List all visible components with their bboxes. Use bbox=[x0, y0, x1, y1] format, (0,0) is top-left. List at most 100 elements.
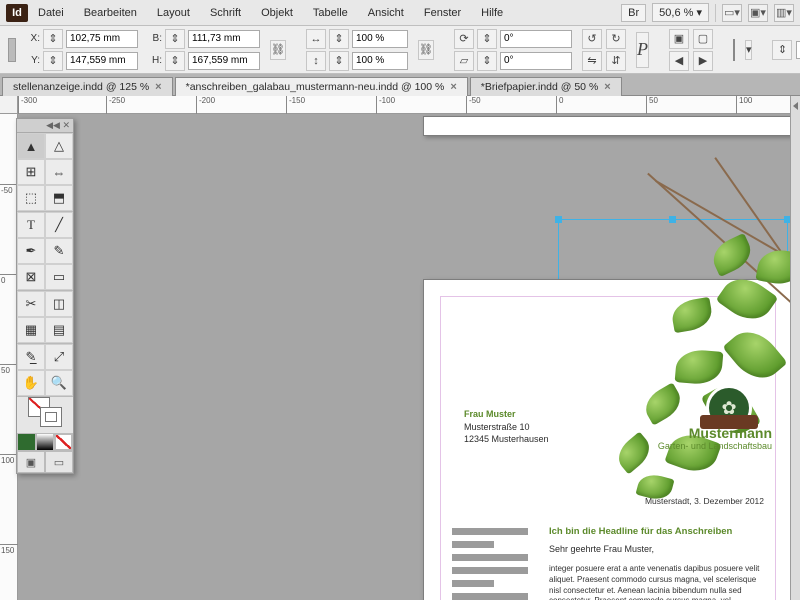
menu-hilfe[interactable]: Hilfe bbox=[471, 3, 513, 23]
menu-layout[interactable]: Layout bbox=[147, 3, 200, 23]
recipient-street: Musterstraße 10 bbox=[464, 421, 549, 434]
menu-schrift[interactable]: Schrift bbox=[200, 3, 251, 23]
stepper-icon[interactable]: ⇕ bbox=[43, 29, 63, 49]
page-tool[interactable]: ⊞ bbox=[17, 159, 45, 185]
rectangle-frame-tool[interactable]: ⊠ bbox=[17, 264, 45, 290]
rotate-field[interactable] bbox=[500, 30, 572, 48]
constrain-wh-icon[interactable]: ⛓ bbox=[270, 40, 286, 60]
handle-tl[interactable] bbox=[555, 216, 562, 223]
stroke-weight-field[interactable] bbox=[796, 41, 800, 59]
menu-bar: Id Datei Bearbeiten Layout Schrift Objek… bbox=[0, 0, 800, 26]
menu-objekt[interactable]: Objekt bbox=[251, 3, 303, 23]
stepper-icon[interactable]: ⇕ bbox=[165, 29, 185, 49]
free-transform-tool[interactable]: ◫ bbox=[45, 291, 73, 317]
app-logo: Id bbox=[6, 4, 28, 22]
stepper-icon[interactable]: ⇕ bbox=[477, 29, 497, 49]
tools-panel[interactable]: ◀◀ ✕ ▲ △ ⊞ ⇔ ⬚ ⬒ T ╱ ✒ ✎ ⊠ ▭ ✂ ◫ ▦ ▤ ✎̲ … bbox=[16, 118, 74, 474]
menu-datei[interactable]: Datei bbox=[28, 3, 74, 23]
menu-bearbeiten[interactable]: Bearbeiten bbox=[74, 3, 147, 23]
letter-headline[interactable]: Ich bin die Headline für das Anschreiben bbox=[549, 526, 764, 537]
note-tool[interactable]: ✎̲ bbox=[17, 344, 45, 370]
gradient-feather-tool[interactable]: ▤ bbox=[45, 317, 73, 343]
scissors-tool[interactable]: ✂ bbox=[17, 291, 45, 317]
content-collector-tool[interactable]: ⬚ bbox=[17, 185, 45, 211]
stepper-icon[interactable]: ⇕ bbox=[329, 29, 349, 49]
line-tool[interactable]: ╱ bbox=[45, 212, 73, 238]
eyedropper-tool[interactable]: ⤢ bbox=[45, 344, 73, 370]
rotate-ccw-icon[interactable]: ↺ bbox=[582, 29, 602, 49]
selection-tool[interactable]: ▲ bbox=[17, 133, 45, 159]
apply-color[interactable] bbox=[17, 433, 36, 451]
document-tabs: stellenanzeige.indd @ 125 %× *anschreibe… bbox=[0, 74, 800, 96]
arrange-docs-icon[interactable]: ▥▾ bbox=[774, 4, 794, 22]
fill-stroke-swatch[interactable] bbox=[17, 397, 73, 427]
ruler-tick: -300 bbox=[18, 96, 37, 114]
direct-selection-tool[interactable]: △ bbox=[45, 133, 73, 159]
h-field[interactable] bbox=[188, 52, 260, 70]
zoom-tool[interactable]: 🔍 bbox=[45, 370, 73, 396]
apply-gradient[interactable] bbox=[36, 433, 55, 451]
zoom-level-field[interactable]: 50,6 % ▾ bbox=[652, 3, 709, 22]
tab-stellenanzeige[interactable]: stellenanzeige.indd @ 125 %× bbox=[2, 77, 173, 96]
view-options-icon[interactable]: ▭▾ bbox=[722, 4, 742, 22]
stepper-icon[interactable]: ⇕ bbox=[477, 51, 497, 71]
document-page[interactable]: ✿ Frau Muster Musterstraße 10 12345 Must… bbox=[423, 279, 793, 600]
select-next-icon[interactable]: ▶ bbox=[693, 51, 713, 71]
flip-h-icon[interactable]: ⇋ bbox=[582, 51, 602, 71]
gradient-swatch-tool[interactable]: ▦ bbox=[17, 317, 45, 343]
y-field[interactable] bbox=[66, 52, 138, 70]
bridge-button[interactable]: Br bbox=[621, 4, 646, 22]
letter-body[interactable]: integer posuere erat a ante venenatis da… bbox=[549, 564, 764, 600]
horizontal-ruler[interactable]: -300 -250 -200 -150 -100 -50 0 50 100 bbox=[18, 96, 800, 114]
select-content-icon[interactable]: ▢ bbox=[693, 29, 713, 49]
flip-v-icon[interactable]: ⇵ bbox=[606, 51, 626, 71]
apply-none[interactable] bbox=[54, 433, 73, 451]
gap-tool[interactable]: ⇔ bbox=[45, 159, 73, 185]
scale-y-field[interactable] bbox=[352, 52, 408, 70]
content-placer-tool[interactable]: ⬒ bbox=[45, 185, 73, 211]
tab-briefpapier[interactable]: *Briefpapier.indd @ 50 %× bbox=[470, 77, 622, 96]
reference-point-grid[interactable] bbox=[8, 38, 16, 62]
close-icon[interactable]: × bbox=[450, 81, 456, 93]
type-tool[interactable]: T bbox=[17, 212, 45, 238]
view-normal[interactable]: ▣ bbox=[17, 451, 45, 473]
scale-x-field[interactable] bbox=[352, 30, 408, 48]
handle-tm[interactable] bbox=[669, 216, 676, 223]
close-icon[interactable]: × bbox=[155, 81, 161, 93]
ruler-tick: -150 bbox=[286, 96, 305, 114]
apply-color-row[interactable] bbox=[17, 433, 73, 451]
w-field[interactable] bbox=[188, 30, 260, 48]
adjacent-spread-preview bbox=[423, 116, 793, 136]
fill-swatch[interactable] bbox=[733, 39, 735, 61]
menu-ansicht[interactable]: Ansicht bbox=[358, 3, 414, 23]
select-container-icon[interactable]: ▣ bbox=[669, 29, 689, 49]
menu-fenster[interactable]: Fenster bbox=[414, 3, 471, 23]
tab-anschreiben[interactable]: *anschreiben_galabau_mustermann-neu.indd… bbox=[175, 77, 468, 96]
close-icon[interactable]: × bbox=[604, 81, 610, 93]
rectangle-tool[interactable]: ▭ bbox=[45, 264, 73, 290]
letter-date[interactable]: Musterstadt, 3. Dezember 2012 bbox=[645, 496, 764, 506]
view-preview[interactable]: ▭ bbox=[45, 451, 73, 473]
rotate-cw-icon[interactable]: ↻ bbox=[606, 29, 626, 49]
stepper-icon[interactable]: ⇕ bbox=[329, 51, 349, 71]
constrain-scale-icon[interactable]: ⛓ bbox=[418, 40, 434, 60]
screen-mode-icon[interactable]: ▣▾ bbox=[748, 4, 768, 22]
recipient-address[interactable]: Frau Muster Musterstraße 10 12345 Muster… bbox=[464, 408, 549, 446]
x-field[interactable] bbox=[66, 30, 138, 48]
pasteboard[interactable]: ✿ Frau Muster Musterstraße 10 12345 Must… bbox=[18, 114, 800, 600]
letter-salutation[interactable]: Sehr geehrte Frau Muster, bbox=[549, 544, 654, 554]
stepper-icon[interactable]: ⇕ bbox=[165, 51, 185, 71]
ruler-origin[interactable] bbox=[0, 96, 18, 114]
company-block[interactable]: Mustermann Garten- und Landschaftsbau bbox=[658, 425, 772, 451]
panel-dock-collapsed[interactable] bbox=[790, 96, 800, 600]
swatch-dropdown-icon[interactable]: ▾ bbox=[745, 40, 753, 60]
menu-tabelle[interactable]: Tabelle bbox=[303, 3, 358, 23]
stroke-weight-stepper-icon[interactable]: ⇕ bbox=[772, 40, 792, 60]
tools-titlebar[interactable]: ◀◀ ✕ bbox=[17, 119, 73, 133]
pencil-tool[interactable]: ✎ bbox=[45, 238, 73, 264]
select-prev-icon[interactable]: ◀ bbox=[669, 51, 689, 71]
pen-tool[interactable]: ✒ bbox=[17, 238, 45, 264]
stepper-icon[interactable]: ⇕ bbox=[43, 51, 63, 71]
shear-field[interactable] bbox=[500, 52, 572, 70]
hand-tool[interactable]: ✋ bbox=[17, 370, 45, 396]
